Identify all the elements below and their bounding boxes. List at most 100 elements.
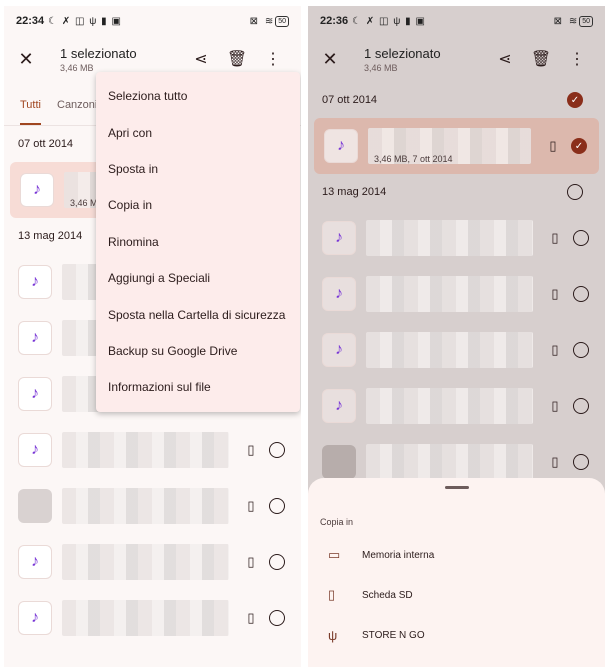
select-radio[interactable] — [573, 454, 589, 470]
sd-card-icon: ▯ — [247, 610, 255, 625]
blurred-filename — [366, 332, 533, 368]
menu-item-informazioni[interactable]: Informazioni sul file — [96, 369, 300, 405]
blurred-filename — [366, 276, 533, 312]
section-date: 07 ott 2014 — [322, 94, 378, 106]
option-label: Memoria interna — [362, 549, 435, 561]
status-icons: ☾ ✗ ◫ ψ ▮ ▣ — [352, 15, 426, 27]
status-bar: 22:36 ☾ ✗ ◫ ψ ▮ ▣ ⊠ ≋ 50 — [308, 6, 605, 36]
section-radio[interactable] — [567, 184, 583, 200]
album-thumb — [18, 489, 52, 523]
status-bar: 22:34 ☾ ✗ ◫ ψ ▮ ▣ ⊠ ≋ 50 — [4, 6, 301, 36]
list-item[interactable]: ♪ ▯ — [308, 266, 605, 322]
section-header: 07 ott 2014 ✓ — [308, 82, 605, 118]
list-item[interactable]: ♪ 3,46 MB, 7 ott 2014 ▯ ✓ — [314, 118, 599, 174]
sd-card-icon: ▯ — [247, 442, 255, 457]
selection-size: 3,46 MB — [364, 62, 398, 73]
overflow-menu: Seleziona tutto Apri con Sposta in Copia… — [96, 72, 300, 412]
close-icon[interactable]: ✕ — [14, 49, 38, 70]
status-right-icons: ⊠ ≋ — [553, 15, 580, 27]
music-note-icon: ♪ — [18, 377, 52, 411]
music-note-icon: ♪ — [18, 321, 52, 355]
music-note-icon: ♪ — [322, 277, 356, 311]
select-radio[interactable] — [269, 498, 285, 514]
option-scheda-sd[interactable]: ▯ Scheda SD — [308, 575, 605, 615]
music-note-icon: ♪ — [322, 333, 356, 367]
menu-item-seleziona-tutto[interactable]: Seleziona tutto — [96, 78, 300, 114]
selection-app-bar: ✕ 1 selezionato 3,46 MB ⋖ 🗑 ⋮ — [308, 36, 605, 82]
usb-icon: ψ — [328, 627, 338, 643]
option-memoria-interna[interactable]: ▭ Memoria interna — [308, 535, 605, 575]
status-time: 22:34 — [16, 15, 45, 27]
list-item[interactable]: ♪ ▯ — [4, 590, 301, 646]
section-check-icon[interactable]: ✓ — [567, 92, 583, 108]
section-header: 13 mag 2014 — [308, 174, 605, 210]
sd-card-icon: ▯ — [549, 138, 557, 153]
close-icon[interactable]: ✕ — [318, 49, 342, 70]
tab-canzoni[interactable]: Canzoni — [57, 99, 97, 125]
music-note-icon: ♪ — [324, 129, 358, 163]
menu-item-cartella-sicurezza[interactable]: Sposta nella Cartella di sicurezza — [96, 296, 300, 332]
copy-to-bottom-sheet: Copia in ▭ Memoria interna ▯ Scheda SD ψ… — [308, 478, 605, 667]
right-screen: 22:36 ☾ ✗ ◫ ψ ▮ ▣ ⊠ ≋ 50 ✕ 1 selezionato… — [308, 6, 605, 667]
blurred-filename — [366, 388, 533, 424]
music-note-icon: ♪ — [322, 221, 356, 255]
phone-storage-icon: ▭ — [328, 547, 341, 562]
sd-card-icon: ▯ — [328, 587, 336, 602]
list-item[interactable]: ♪ ▯ — [4, 422, 301, 478]
list-item[interactable]: ♪ ▯ — [4, 534, 301, 590]
list-item[interactable]: ▯ — [4, 478, 301, 534]
tab-tutti[interactable]: Tutti — [20, 99, 41, 125]
status-icons: ☾ ✗ ◫ ψ ▮ ▣ — [48, 15, 122, 27]
menu-item-copia-in[interactable]: Copia in — [96, 187, 300, 223]
option-store-n-go[interactable]: ψ STORE N GO — [308, 615, 605, 655]
music-note-icon: ♪ — [18, 601, 52, 635]
list-item[interactable]: ♪ ▯ — [308, 210, 605, 266]
section-date: 13 mag 2014 — [322, 186, 387, 198]
select-radio[interactable] — [269, 442, 285, 458]
album-thumb — [322, 445, 356, 479]
selection-title: 1 selezionato — [364, 45, 441, 61]
selection-size: 3,46 MB — [60, 62, 94, 73]
menu-item-aggiungi-speciali[interactable]: Aggiungi a Speciali — [96, 260, 300, 296]
sd-card-icon: ▯ — [551, 230, 559, 245]
select-radio[interactable] — [573, 398, 589, 414]
blurred-filename — [62, 600, 229, 636]
sd-card-icon: ▯ — [551, 454, 559, 469]
status-right-icons: ⊠ ≋ — [249, 15, 276, 27]
menu-item-rinomina[interactable]: Rinomina — [96, 224, 300, 260]
menu-item-backup-drive[interactable]: Backup su Google Drive — [96, 333, 300, 369]
battery-icon: 50 — [579, 15, 593, 27]
select-radio[interactable] — [269, 554, 285, 570]
delete-icon[interactable]: 🗑 — [523, 49, 559, 69]
select-radio[interactable] — [573, 342, 589, 358]
more-vert-icon[interactable]: ⋮ — [255, 49, 291, 69]
delete-icon[interactable]: 🗑 — [219, 49, 255, 69]
select-radio[interactable] — [573, 286, 589, 302]
share-icon[interactable]: ⋖ — [487, 49, 523, 69]
blurred-filename — [366, 444, 533, 480]
option-label: STORE N GO — [362, 629, 425, 641]
blurred-filename — [366, 220, 533, 256]
more-vert-icon[interactable]: ⋮ — [559, 49, 595, 69]
blurred-filename — [62, 432, 229, 468]
music-note-icon: ♪ — [18, 433, 52, 467]
file-meta: 3,46 MB, 7 ott 2014 — [374, 154, 453, 164]
blurred-filename — [62, 544, 229, 580]
select-radio[interactable] — [269, 610, 285, 626]
sheet-title: Copia in — [320, 517, 354, 527]
status-time: 22:36 — [320, 15, 349, 27]
menu-item-apri-con[interactable]: Apri con — [96, 114, 300, 150]
music-note-icon: ♪ — [20, 173, 54, 207]
left-screen: 22:34 ☾ ✗ ◫ ψ ▮ ▣ ⊠ ≋ 50 ✕ 1 selezionato… — [4, 6, 301, 667]
list-item[interactable]: ♪ ▯ — [308, 378, 605, 434]
sd-card-icon: ▯ — [551, 342, 559, 357]
select-radio[interactable] — [573, 230, 589, 246]
blurred-filename — [62, 488, 229, 524]
menu-item-sposta-in[interactable]: Sposta in — [96, 151, 300, 187]
sd-card-icon: ▯ — [247, 554, 255, 569]
option-label: Scheda SD — [362, 589, 413, 601]
item-check-icon[interactable]: ✓ — [571, 138, 587, 154]
selection-title: 1 selezionato — [60, 45, 137, 61]
list-item[interactable]: ♪ ▯ — [308, 322, 605, 378]
share-icon[interactable]: ⋖ — [183, 49, 219, 69]
